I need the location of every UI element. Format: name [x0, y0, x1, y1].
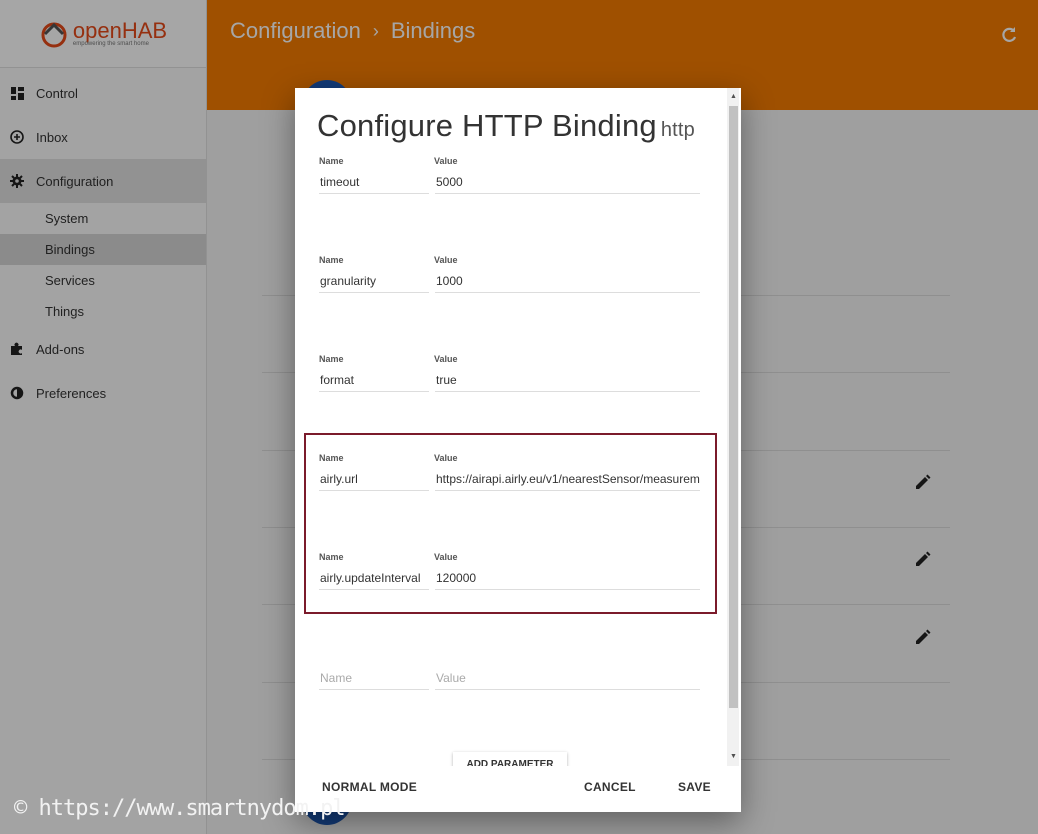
scrollbar-thumb[interactable]: [729, 106, 738, 708]
save-button[interactable]: SAVE: [678, 780, 711, 794]
scroll-down-icon[interactable]: ▼: [729, 752, 738, 762]
param-row-timeout: Name Value timeout 5000: [319, 156, 702, 206]
add-parameter-button[interactable]: ADD PARAMETER: [453, 752, 567, 766]
param-row-granularity: Name Value granularity 1000: [319, 255, 702, 305]
param-row-new: Name Value: [319, 654, 702, 704]
param-value-field[interactable]: 5000: [435, 172, 700, 194]
scroll-up-icon[interactable]: ▲: [729, 92, 738, 102]
dialog-title-text: Configure HTTP Binding: [317, 108, 657, 143]
name-label: Name: [319, 255, 344, 265]
param-name-field[interactable]: granularity: [319, 271, 429, 293]
param-name-field[interactable]: format: [319, 370, 429, 392]
param-row-format: Name Value format true: [319, 354, 702, 404]
new-param-name-input[interactable]: Name: [319, 668, 429, 690]
name-label: Name: [319, 156, 344, 166]
dialog-scroll-area[interactable]: Configure HTTP Binding http Name Value ti…: [295, 88, 741, 766]
value-label: Value: [434, 354, 458, 364]
dialog-title-binding-id: http: [660, 119, 696, 141]
dialog-scrollbar[interactable]: ▲ ▼: [727, 88, 739, 766]
watermark: © https://www.smartnydom.pl: [14, 796, 346, 821]
highlight-box: [304, 433, 717, 614]
configure-binding-dialog: Configure HTTP Binding http Name Value ti…: [295, 88, 741, 812]
param-value-field[interactable]: true: [435, 370, 700, 392]
cancel-button[interactable]: CANCEL: [584, 780, 636, 794]
dialog-actions: NORMAL MODE CANCEL SAVE: [295, 766, 741, 812]
normal-mode-button[interactable]: NORMAL MODE: [322, 780, 417, 794]
dialog-title: Configure HTTP Binding http: [317, 108, 695, 144]
value-label: Value: [434, 255, 458, 265]
value-label: Value: [434, 156, 458, 166]
name-label: Name: [319, 354, 344, 364]
param-value-field[interactable]: 1000: [435, 271, 700, 293]
new-param-value-input[interactable]: Value: [435, 668, 700, 690]
param-name-field[interactable]: timeout: [319, 172, 429, 194]
